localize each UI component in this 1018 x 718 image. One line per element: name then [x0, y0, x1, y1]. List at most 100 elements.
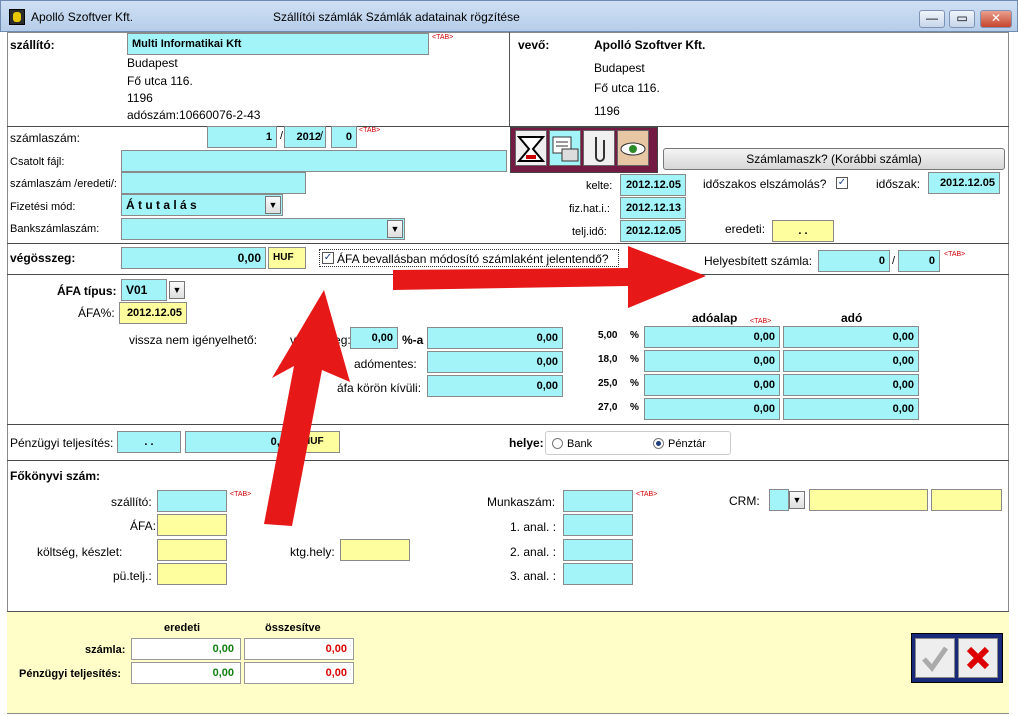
- payment-date-field[interactable]: . .: [117, 431, 181, 453]
- chevron-down-icon[interactable]: ▼: [387, 220, 403, 238]
- bank-account-select[interactable]: [121, 218, 405, 240]
- vat-type-select[interactable]: V01: [121, 279, 167, 301]
- ledger-vat-label: ÁFA:: [130, 519, 157, 533]
- payment-amount-field[interactable]: 0,00: [185, 431, 297, 453]
- divider: [7, 243, 1009, 244]
- original-header: eredeti: [164, 622, 201, 634]
- analytic-3-field[interactable]: [563, 563, 633, 585]
- ledger-vat-field[interactable]: [157, 514, 227, 536]
- performance-date-field[interactable]: 2012.12.05: [620, 220, 686, 242]
- tax-field[interactable]: 0,00: [783, 374, 919, 396]
- tab-hint: <TAB>: [750, 318, 772, 325]
- ledger-cost-label: költség, készlet:: [37, 545, 123, 559]
- close-button[interactable]: ✕: [980, 10, 1012, 28]
- original-label: eredeti:: [725, 222, 766, 236]
- buyer-label: vevő:: [518, 38, 550, 52]
- invoice-number-label: számlaszám:: [10, 131, 81, 145]
- replaced-invoice-seq-field[interactable]: 0: [898, 250, 940, 272]
- job-number-field[interactable]: [563, 490, 633, 512]
- buyer-city: Budapest: [594, 61, 645, 75]
- invoice-mask-button[interactable]: Számlamaszk? (Korábbi számla): [663, 148, 1005, 170]
- cancel-button[interactable]: [958, 638, 998, 678]
- vat-percent-label: ÁFA%:: [78, 306, 115, 320]
- checkmark-icon: [922, 646, 949, 673]
- tab-hint: <TAB>: [636, 491, 658, 498]
- cost-center-label: ktg.hely:: [290, 545, 335, 559]
- period-field[interactable]: 2012.12.05: [928, 172, 1000, 194]
- analytic-2-field[interactable]: [563, 539, 633, 561]
- crm-code-field[interactable]: [769, 489, 789, 511]
- total-label: végösszeg:: [10, 251, 76, 265]
- ledger-title: Főkönyvi szám:: [10, 469, 101, 483]
- invoice-seq-field[interactable]: 0: [331, 126, 357, 148]
- chevron-down-icon[interactable]: ▼: [265, 196, 281, 214]
- chevron-down-icon[interactable]: ▼: [789, 491, 805, 509]
- buyer-street: Fő utca 116.: [594, 81, 660, 95]
- chevron-down-icon[interactable]: ▼: [169, 281, 185, 299]
- tax-base-field[interactable]: 0,00: [644, 398, 780, 420]
- exempt-label: adómentes:: [354, 357, 417, 371]
- payment-currency-field[interactable]: HUF: [298, 431, 340, 453]
- eye-icon[interactable]: [617, 130, 649, 166]
- due-date-field[interactable]: 2012.12.13: [620, 197, 686, 219]
- currency-field[interactable]: HUF: [268, 247, 306, 269]
- job-number-label: Munkaszám:: [487, 495, 556, 509]
- ledger-fin-field[interactable]: [157, 563, 227, 585]
- replaced-invoice-field[interactable]: 0: [818, 250, 890, 272]
- issue-date-label: kelte:: [586, 180, 613, 192]
- percent-sign: %: [630, 354, 639, 365]
- original-field[interactable]: . .: [772, 220, 834, 242]
- minimize-button[interactable]: —: [919, 10, 945, 28]
- crm-extra-field[interactable]: [931, 489, 1002, 511]
- attached-file-field[interactable]: [121, 150, 507, 172]
- ledger-supplier-field[interactable]: [157, 490, 227, 512]
- supplier-tax-id: adószám:10660076-2-43: [127, 108, 261, 122]
- maximize-button[interactable]: ▭: [949, 10, 975, 28]
- tax-field[interactable]: 0,00: [783, 326, 919, 348]
- invoice-list-icon[interactable]: [549, 130, 581, 166]
- ok-button[interactable]: [915, 638, 955, 678]
- tax-base-field[interactable]: 0,00: [644, 350, 780, 372]
- tab-hint: <TAB>: [230, 491, 252, 498]
- exempt-field[interactable]: 0,00: [427, 351, 563, 373]
- vat-rate: 18,0: [598, 354, 618, 365]
- divider: [509, 32, 510, 126]
- payment-method-label: Fizetési mód:: [10, 201, 76, 213]
- total-field[interactable]: 0,00: [121, 247, 266, 269]
- scanner-icon[interactable]: [515, 130, 547, 166]
- outside-vat-field[interactable]: 0,00: [427, 375, 563, 397]
- vat-modify-checkbox[interactable]: ✓: [322, 252, 334, 264]
- tab-hint: <TAB>: [432, 34, 454, 41]
- paperclip-icon[interactable]: [583, 130, 615, 166]
- app-icon: [9, 9, 25, 25]
- percent-sign: %: [630, 402, 639, 413]
- crm-name-field[interactable]: [809, 489, 928, 511]
- outside-vat-label: áfa körön kívüli:: [337, 381, 422, 395]
- tax-base-field[interactable]: 0,00: [644, 374, 780, 396]
- vat-rate: 5,00: [598, 330, 618, 341]
- supplier-name-field[interactable]: Multi Informatikai Kft: [127, 33, 429, 55]
- non-claimable-field[interactable]: 0,00: [427, 327, 563, 349]
- final-percent-field[interactable]: 0,00: [350, 327, 398, 349]
- analytic-1-field[interactable]: [563, 514, 633, 536]
- cost-center-field[interactable]: [340, 539, 410, 561]
- vat-percent-date-field[interactable]: 2012.12.05: [119, 302, 187, 324]
- original-number-field[interactable]: [121, 172, 306, 194]
- ledger-cost-field[interactable]: [157, 539, 227, 561]
- tax-field[interactable]: 0,00: [783, 350, 919, 372]
- cash-radio[interactable]: [653, 438, 664, 449]
- tax-field[interactable]: 0,00: [783, 398, 919, 420]
- bank-radio[interactable]: [552, 438, 563, 449]
- due-date-label: fiz.hat.i.:: [569, 203, 610, 215]
- payment-total-value: 0,00: [244, 662, 354, 684]
- periodic-checkbox[interactable]: ✓: [836, 177, 848, 189]
- tax-base-header: adóalap: [692, 311, 738, 325]
- analytic-2-label: 2. anal. :: [510, 545, 557, 559]
- payment-method-select[interactable]: Á t u t a l á s: [121, 194, 283, 216]
- supplier-zip: 1196: [127, 91, 153, 105]
- issue-date-field[interactable]: 2012.12.05: [620, 174, 686, 196]
- cash-radio-label: Pénztár: [668, 438, 706, 450]
- invoice-number-field[interactable]: 1: [207, 126, 277, 148]
- analytic-3-label: 3. anal. :: [510, 569, 557, 583]
- tax-base-field[interactable]: 0,00: [644, 326, 780, 348]
